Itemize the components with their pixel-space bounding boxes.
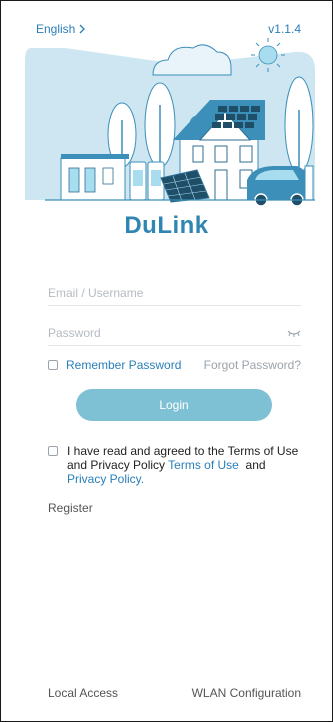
register-link[interactable]: Register	[48, 501, 93, 515]
privacy-policy-link[interactable]: Privacy Policy.	[67, 472, 144, 486]
terms-checkbox-icon[interactable]	[48, 446, 58, 456]
password-input[interactable]	[48, 326, 287, 340]
terms-and: and	[245, 458, 266, 472]
terms-of-use-link[interactable]: Terms of Use	[168, 458, 239, 472]
wlan-configuration-link[interactable]: WLAN Configuration	[192, 686, 301, 700]
eye-closed-icon[interactable]	[287, 328, 301, 338]
password-field-wrapper	[48, 321, 301, 346]
remember-row: Remember Password Forgot Password?	[48, 357, 301, 373]
checkbox-icon[interactable]	[48, 360, 58, 370]
email-input[interactable]	[48, 286, 301, 300]
terms-text: I have read and agreed to the Terms of U…	[67, 444, 301, 486]
email-field-wrapper	[48, 281, 301, 306]
brand-logo: DuLink	[124, 212, 209, 239]
footer-links: Local Access WLAN Configuration	[48, 686, 301, 700]
sun-icon	[258, 45, 278, 65]
login-button[interactable]: Login	[76, 389, 272, 421]
terms-agreement: I have read and agreed to the Terms of U…	[48, 444, 301, 486]
forgot-password-link[interactable]: Forgot Password?	[204, 358, 301, 372]
remember-password-label: Remember Password	[66, 358, 182, 372]
hero-illustration	[25, 38, 315, 207]
local-access-link[interactable]: Local Access	[48, 686, 118, 700]
remember-password-toggle[interactable]: Remember Password	[48, 358, 181, 372]
